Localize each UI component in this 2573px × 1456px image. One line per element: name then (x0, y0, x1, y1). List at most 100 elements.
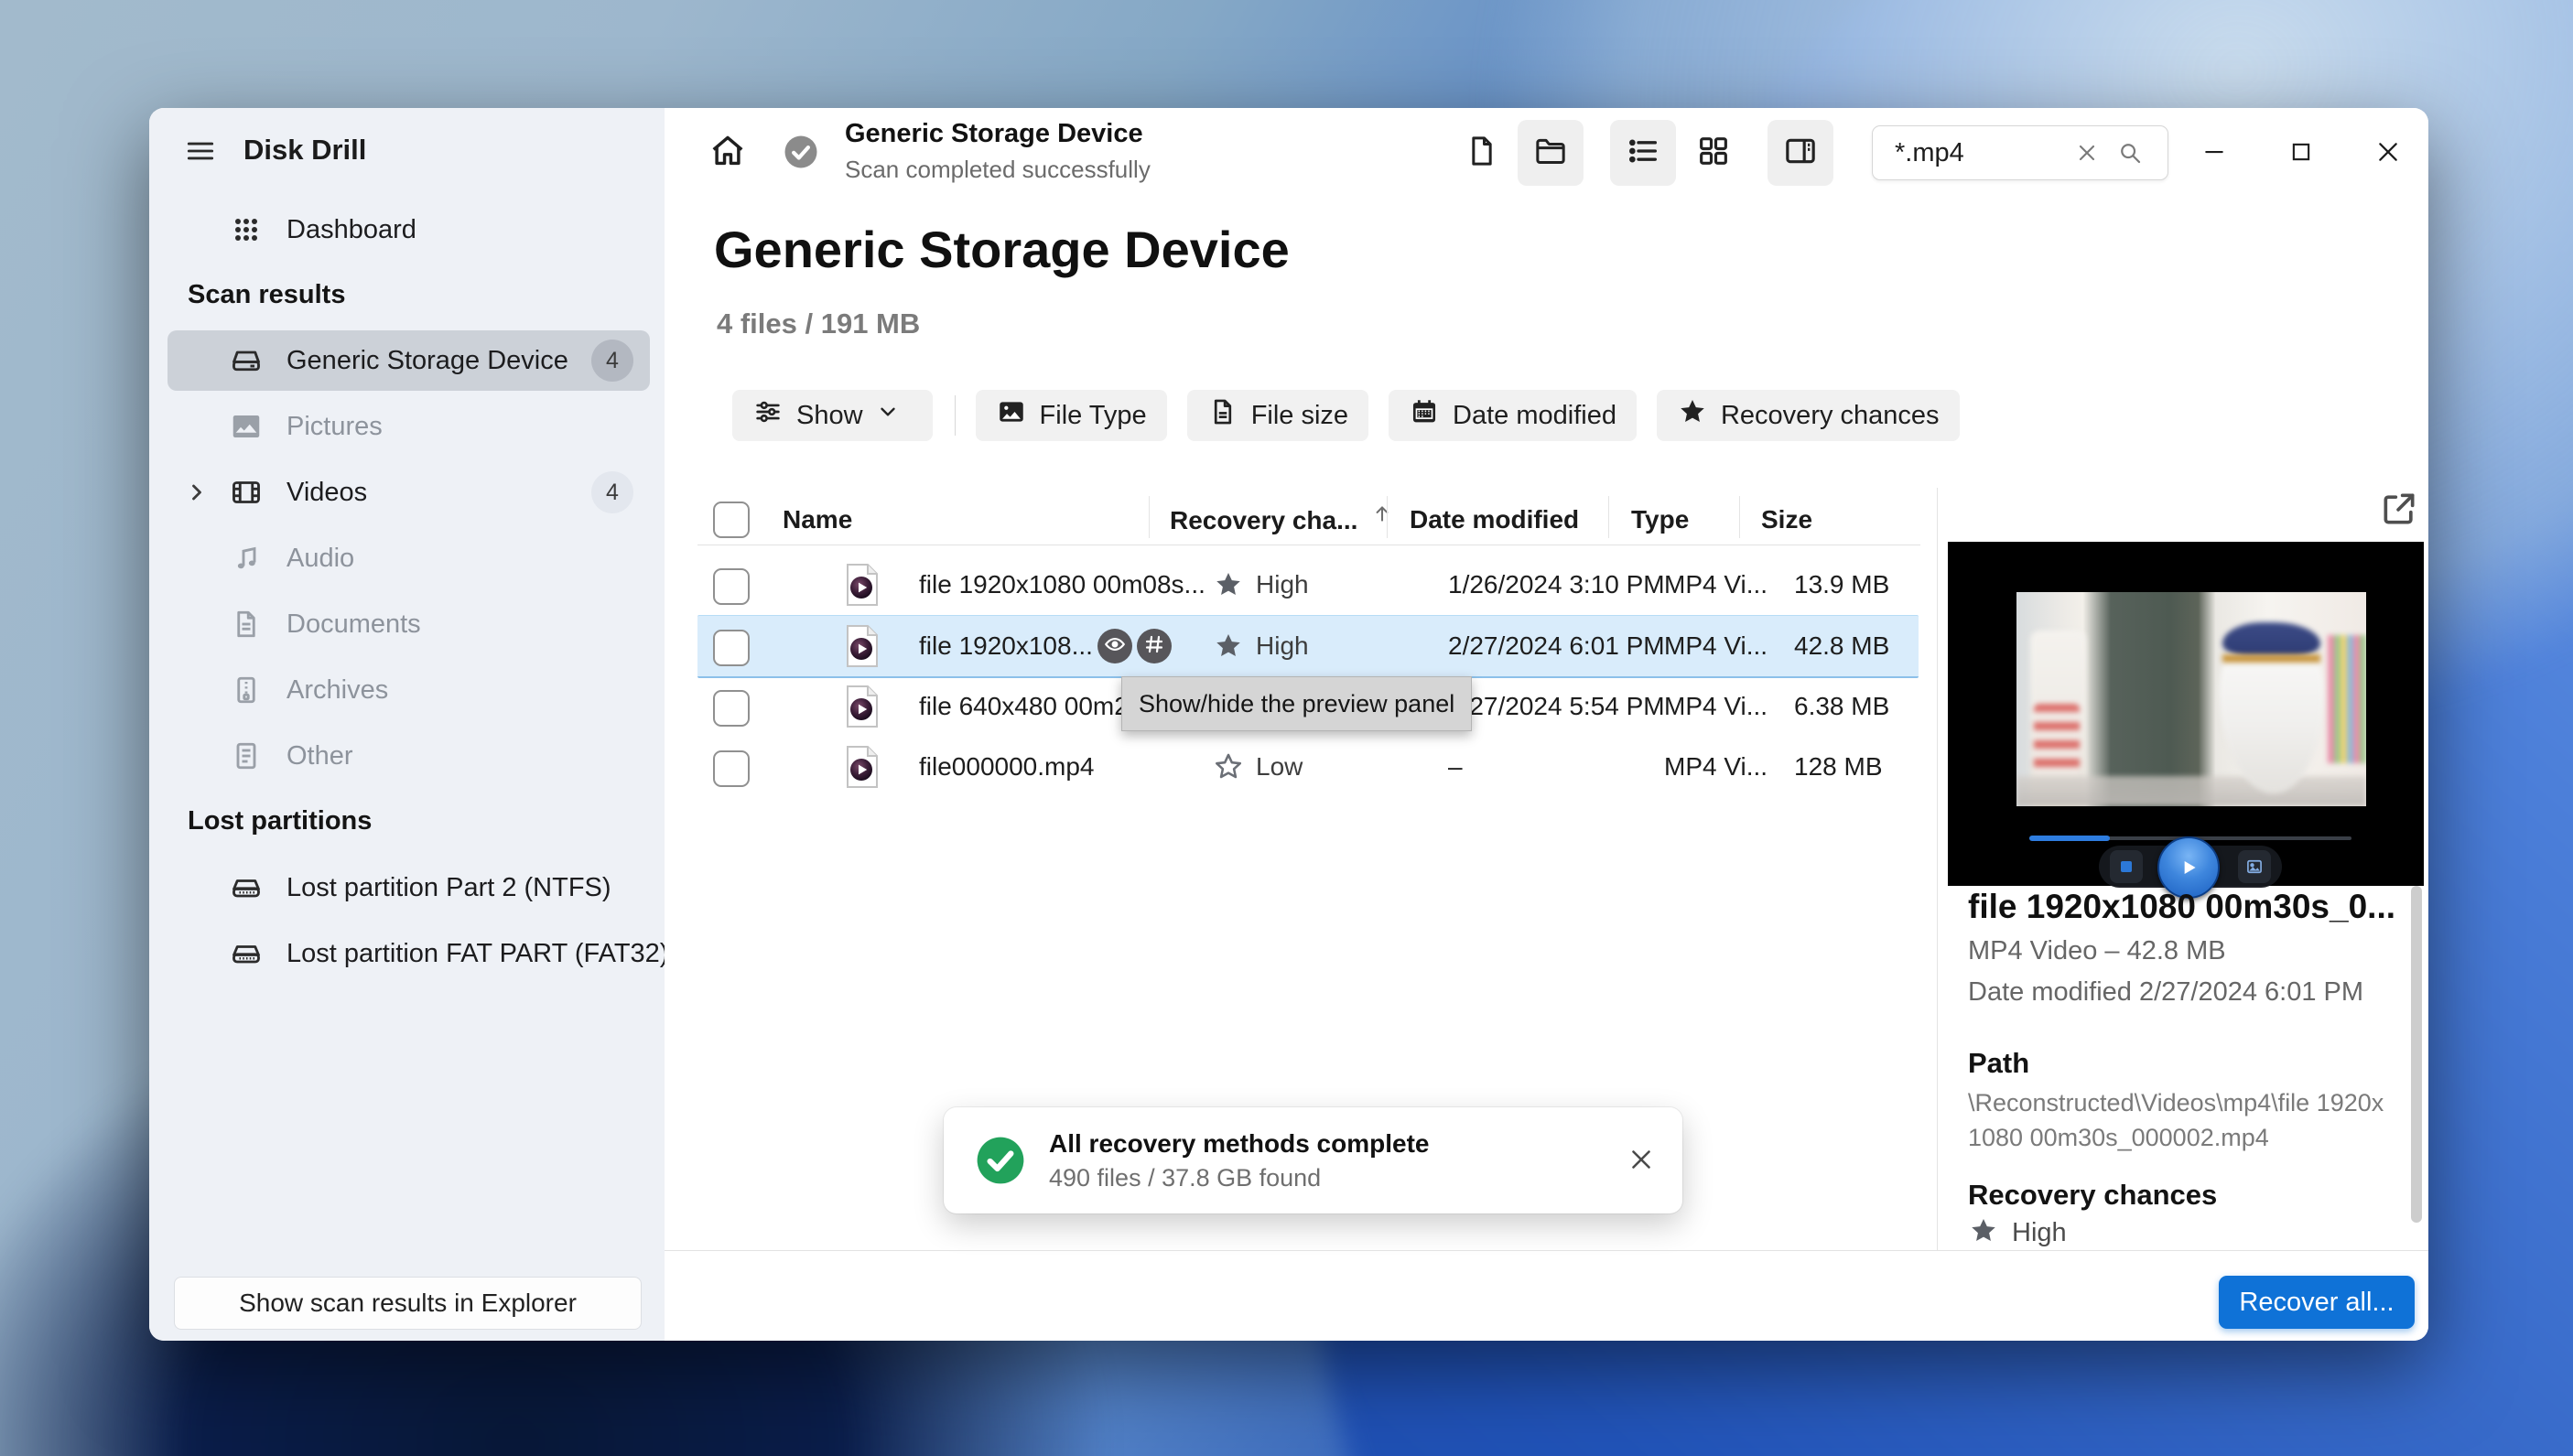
file-size-filter-button[interactable]: File size (1186, 390, 1369, 441)
preview-panel-icon (1782, 133, 1819, 174)
table-row[interactable]: file000000.mp4 Low – MP4 Vi... 128 MB (697, 737, 1919, 797)
sidebar-item-audio[interactable]: Audio (168, 528, 650, 588)
header-device-name: Generic Storage Device (845, 119, 1143, 148)
sidebar-item-label: Documents (286, 609, 421, 639)
column-header-name[interactable]: Name (783, 502, 852, 538)
recover-all-button[interactable]: Recover all... (2219, 1276, 2415, 1329)
toast-title: All recovery methods complete (1049, 1129, 1430, 1158)
minimize-button[interactable] (2185, 123, 2243, 181)
sidebar-item-pictures[interactable]: Pictures (168, 396, 650, 457)
file-count-badge: 4 (591, 471, 633, 513)
video-file-icon (844, 624, 881, 668)
table-row-selected[interactable]: file 1920x108... High 2/27/2024 6:01 PM … (697, 615, 1919, 678)
maximize-button[interactable] (2272, 123, 2330, 181)
select-all-checkbox[interactable] (713, 502, 750, 538)
video-player (1948, 542, 2424, 899)
thumbnail-pitcher-band (2222, 621, 2321, 657)
sort-ascending-icon (1370, 502, 1394, 540)
thumbnail-pitcher-gold-stripe (2222, 653, 2321, 663)
preview-file-name: file 1920x1080 00m30s_0... (1968, 888, 2395, 925)
lost-partition-drive-icon (230, 937, 263, 970)
clear-search-icon[interactable] (2074, 140, 2100, 170)
tooltip: Show/hide the preview panel (1121, 676, 1473, 731)
column-divider (1387, 496, 1388, 538)
calendar-icon (1409, 396, 1453, 435)
star-filled-icon (1213, 569, 1244, 605)
toast-close-icon[interactable] (1626, 1144, 1657, 1180)
show-scan-results-in-explorer-button[interactable]: Show scan results in Explorer (174, 1277, 642, 1330)
eye-icon (1103, 632, 1127, 661)
date-modified: – (1448, 752, 1463, 781)
header-scan-status: Scan completed successfully (845, 156, 1151, 183)
show-filter-label: Show (796, 400, 863, 430)
sidebar-item-archives[interactable]: Archives (168, 660, 650, 720)
recovery-chance: High (1256, 631, 1309, 660)
file-type-filter-button[interactable]: File Type (975, 390, 1167, 441)
sidebar-item-other[interactable]: Other (168, 726, 650, 786)
filter-separator (954, 395, 956, 436)
pictures-icon (230, 410, 263, 443)
date-modified-filter-button[interactable]: Date modified (1389, 390, 1637, 441)
hash-icon (1143, 633, 1165, 660)
sidebar-item-label: Lost partition FAT PART (FAT32) (286, 939, 669, 968)
row-checkbox[interactable] (713, 750, 750, 787)
file-name: file000000.mp4 (919, 752, 1095, 781)
preview-recovery-label: Recovery chances (1968, 1179, 2218, 1211)
file-view-button[interactable] (1449, 120, 1515, 186)
videos-film-icon (230, 476, 263, 509)
sidebar-item-lost-partition-ntfs[interactable]: Lost partition Part 2 (NTFS) (168, 857, 650, 918)
recovery-chance: Low (1256, 752, 1303, 781)
recovery-chances-filter-button[interactable]: Recovery chances (1656, 390, 1960, 441)
list-view-button[interactable] (1610, 120, 1676, 186)
grid-view-button[interactable] (1681, 120, 1746, 186)
close-button[interactable] (2359, 123, 2417, 181)
file-size: 128 MB (1794, 752, 1883, 781)
row-checkbox[interactable] (713, 690, 750, 727)
row-checkbox[interactable] (713, 568, 750, 605)
sidebar-item-documents[interactable]: Documents (168, 594, 650, 654)
files-summary: 4 files / 191 MB (717, 307, 921, 340)
dashboard-grid-icon (230, 213, 263, 246)
file-type: MP4 Vi... (1664, 752, 1768, 781)
frame-capture-button[interactable] (2238, 850, 2271, 883)
file-size: 13.9 MB (1794, 570, 1890, 599)
preview-date-modified: Date modified 2/27/2024 6:01 PM (1968, 977, 2364, 1007)
column-header-size[interactable]: Size (1761, 502, 1812, 538)
search-input[interactable] (1893, 132, 2070, 174)
chevron-down-icon (876, 400, 913, 431)
stop-button[interactable] (2110, 850, 2143, 883)
toast-subtitle: 490 files / 37.8 GB found (1049, 1164, 1322, 1192)
file-type: MP4 Vi... (1664, 631, 1768, 660)
file-type: MP4 Vi... (1664, 570, 1768, 599)
recovery-chances-filter-label: Recovery chances (1720, 400, 1940, 430)
hamburger-menu-button[interactable] (182, 134, 222, 168)
filter-bar: Show File Type File size Date modified R… (732, 390, 1980, 441)
sidebar-item-dashboard[interactable]: Dashboard (168, 200, 650, 260)
video-file-icon (844, 563, 881, 607)
sidebar-item-videos[interactable]: Videos 4 (168, 462, 650, 523)
home-button[interactable] (707, 130, 751, 174)
chevron-right-icon[interactable] (184, 480, 210, 505)
star-outline-icon (1213, 751, 1244, 787)
column-header-recovery[interactable]: Recovery cha... (1170, 502, 1394, 540)
column-header-date-modified[interactable]: Date modified (1410, 502, 1579, 538)
sidebar-item-label: Pictures (286, 412, 383, 441)
preview-scrollbar[interactable] (2411, 886, 2422, 1223)
table-row[interactable]: file 1920x1080 00m08s... High 1/26/2024 … (697, 555, 1919, 615)
scan-results-header: Scan results (188, 280, 346, 309)
search-icon[interactable] (2116, 139, 2144, 171)
folder-view-button[interactable] (1518, 120, 1584, 186)
row-checkbox[interactable] (713, 630, 750, 666)
document-icon (230, 608, 263, 641)
file-size-filter-label: File size (1250, 400, 1349, 430)
preview-panel-toggle-button[interactable] (1768, 120, 1833, 186)
column-header-type[interactable]: Type (1631, 502, 1689, 538)
preview-path-label: Path (1968, 1047, 2030, 1079)
date-modified: 2/27/2024 5:54 PM (1448, 692, 1665, 720)
sidebar-item-lost-partition-fat32[interactable]: Lost partition FAT PART (FAT32) (168, 923, 668, 984)
sidebar-item-label: Other (286, 741, 353, 771)
show-filter-button[interactable]: Show (732, 390, 933, 441)
open-external-button[interactable] (2379, 489, 2419, 534)
sidebar-item-label: Generic Storage Device (286, 346, 568, 375)
sidebar-item-generic-storage-device[interactable]: Generic Storage Device 4 (168, 330, 650, 391)
